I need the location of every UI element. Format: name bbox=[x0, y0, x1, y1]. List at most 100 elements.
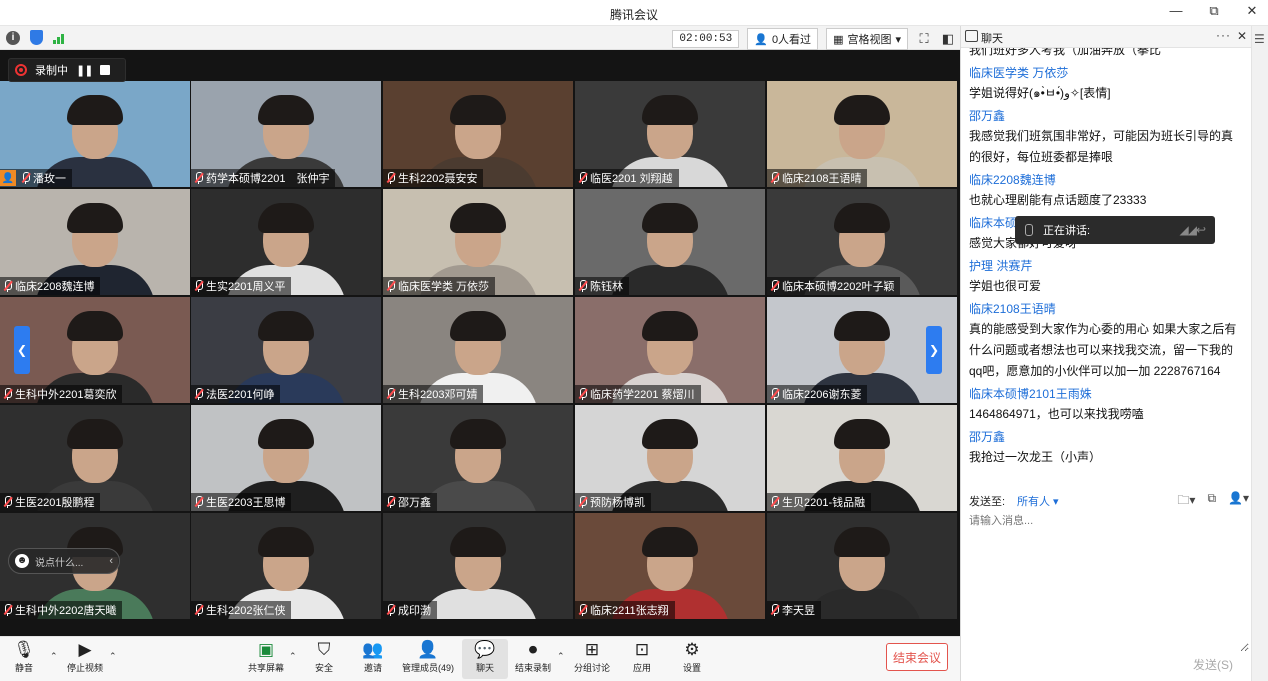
stop-recording-icon[interactable] bbox=[100, 65, 111, 75]
end-meeting-button[interactable]: 结束会议 bbox=[886, 643, 948, 671]
participant-tile[interactable]: 临床本硕博2202叶子颖 bbox=[767, 189, 957, 295]
participant-name: 生医2203王思博 bbox=[206, 497, 286, 509]
participant-tile[interactable]: 法医2201何峥 bbox=[191, 297, 381, 403]
apps-grid-icon: ⊡ bbox=[634, 640, 650, 659]
close-chat-icon[interactable]: ✕ bbox=[1237, 29, 1247, 43]
participant-name-tag: 临床2206谢东菱 bbox=[767, 385, 868, 403]
mute-button[interactable]: 🎙 静音 bbox=[0, 639, 54, 679]
more-options-icon[interactable]: ··· bbox=[1216, 28, 1231, 42]
participant-name: 生实2201周义平 bbox=[206, 281, 286, 293]
meeting-timer: 02:00:53 bbox=[672, 30, 740, 48]
settings-button[interactable]: ⚙ 设置 bbox=[662, 639, 722, 679]
participant-name: 邵万鑫 bbox=[398, 497, 431, 509]
participant-tile[interactable]: 邵万鑫 bbox=[383, 405, 573, 511]
chevron-left-icon[interactable]: ‹ bbox=[109, 555, 113, 567]
chat-sender-name[interactable]: 邵万鑫 bbox=[969, 427, 1243, 447]
view-mode-dropdown[interactable]: ▦ 宫格视图 ▾ bbox=[826, 28, 908, 50]
participant-tile[interactable]: 临床药学2201 蔡熠川 bbox=[575, 297, 765, 403]
invite-label: 邀请 bbox=[363, 663, 382, 673]
breakout-icon: ⊞ bbox=[584, 640, 600, 659]
participant-tile[interactable]: 临医2201 刘翔越 bbox=[575, 81, 765, 187]
list-menu-icon[interactable]: ☰ bbox=[1254, 32, 1265, 46]
smile-icon[interactable]: ☻ bbox=[15, 554, 29, 568]
participant-tile[interactable]: 临床医学类 万依莎 bbox=[383, 189, 573, 295]
participant-tile[interactable]: 生医2201殷鹏程 bbox=[0, 405, 190, 511]
share-screen-button[interactable]: ▣ 共享屏幕 bbox=[236, 639, 296, 679]
chat-sender-name[interactable]: 临床2108王语晴 bbox=[969, 299, 1243, 319]
participant-tile[interactable]: 药学本硕博2201 张仲宇 bbox=[191, 81, 381, 187]
chat-sender-name[interactable]: 临床本硕博2101王雨姝 bbox=[969, 384, 1243, 404]
chat-message-input[interactable] bbox=[969, 512, 1249, 652]
invite-button[interactable]: 👥 邀请 bbox=[343, 639, 403, 679]
participant-tile[interactable]: 李天昱 bbox=[767, 513, 957, 619]
network-signal-icon[interactable] bbox=[53, 32, 64, 44]
chat-button[interactable]: 💬 聊天 bbox=[462, 639, 508, 679]
participant-name: 临床2211张志翔 bbox=[590, 605, 669, 617]
video-options-caret-icon[interactable]: ⌃ bbox=[109, 651, 117, 662]
participant-name-tag: 生科2202聂安安 bbox=[383, 169, 484, 187]
participant-grid: 👤 潘玫一 药学本硕博2201 张仲宇 生科2202聂安安 临医2201 刘翔越 临床21… bbox=[0, 81, 960, 621]
restore-button[interactable]: ⧉ bbox=[1206, 3, 1222, 19]
participant-tile[interactable]: 成印渤 bbox=[383, 513, 573, 619]
user-options-icon[interactable]: 👤▾ bbox=[1228, 491, 1249, 512]
participant-name: 生科2202聂安安 bbox=[398, 173, 478, 185]
participant-tile[interactable]: 生医2203王思博 bbox=[191, 405, 381, 511]
say-something-placeholder[interactable]: 说点什么... bbox=[35, 554, 83, 569]
chat-message-text: 我抢过一次龙王（小声） bbox=[969, 450, 1102, 464]
participant-tile[interactable]: 生科2202聂安安 bbox=[383, 81, 573, 187]
security-shield-icon: ⛉ bbox=[317, 640, 331, 659]
end-recording-button[interactable]: ⏺ 结束录制 bbox=[503, 639, 563, 679]
participant-tile[interactable]: 生科2203邓可婧 bbox=[383, 297, 573, 403]
participant-name-tag: 生贝2201-钱品融 bbox=[767, 493, 872, 511]
viewers-button[interactable]: 👤 0人看过 bbox=[747, 28, 819, 50]
side-panel-icon[interactable]: ◧ bbox=[940, 31, 956, 47]
mic-muted-icon bbox=[386, 496, 396, 508]
next-page-arrow-icon[interactable]: ❯ bbox=[926, 326, 942, 374]
participant-tile[interactable]: 临床2211张志翔 bbox=[575, 513, 765, 619]
participant-tile[interactable]: 临床2208魏连博 bbox=[0, 189, 190, 295]
chat-sender-name[interactable]: 临床2208魏连博 bbox=[969, 170, 1243, 190]
chat-sender-name[interactable]: 护理 洪赛芹 bbox=[969, 256, 1243, 276]
minimize-button[interactable]: — bbox=[1168, 3, 1184, 19]
chat-label: 聊天 bbox=[475, 663, 494, 673]
file-folder-icon[interactable]: 🗀▾ bbox=[1177, 491, 1195, 512]
participant-name-tag: 👤 潘玫一 bbox=[0, 169, 72, 187]
participant-tile[interactable]: 陈钰林 bbox=[575, 189, 765, 295]
chat-message-list[interactable]: 我们班好多人考我（加油奔放（拳比 临床医学类 万依莎 学姐说得好(๑•̀ㅂ•́)و✧… bbox=[961, 48, 1251, 488]
record-icon bbox=[15, 64, 27, 76]
participant-name: 生贝2201-钱品融 bbox=[782, 497, 866, 509]
send-to-target-dropdown[interactable]: 所有人 ▾ bbox=[1017, 493, 1059, 509]
quick-reaction-box[interactable]: ☻ 说点什么... ‹ bbox=[8, 548, 120, 574]
send-button[interactable]: 发送(S) bbox=[1193, 656, 1233, 673]
stop-video-button[interactable]: ▶ 停止视频 bbox=[55, 639, 115, 679]
close-button[interactable]: ✕ bbox=[1244, 3, 1260, 19]
participant-tile[interactable]: 预防杨博凯 bbox=[575, 405, 765, 511]
participant-video-hair bbox=[258, 527, 314, 557]
participant-tile[interactable]: 👤 潘玫一 bbox=[0, 81, 190, 187]
participant-name: 陈钰林 bbox=[590, 281, 623, 293]
mic-muted-icon bbox=[770, 604, 780, 616]
chat-sender-name[interactable]: 邵万鑫 bbox=[969, 106, 1243, 126]
mic-muted-icon bbox=[578, 280, 588, 292]
participant-tile[interactable]: 临床2108王语晴 bbox=[767, 81, 957, 187]
mic-muted-icon bbox=[21, 172, 31, 184]
apps-label: 应用 bbox=[632, 663, 651, 673]
participant-name: 临床药学2201 蔡熠川 bbox=[590, 389, 695, 401]
fullscreen-icon[interactable]: ⛶ bbox=[916, 31, 932, 47]
screenshot-icon[interactable]: ⧉ bbox=[1207, 491, 1216, 512]
prev-page-arrow-icon[interactable]: ❮ bbox=[14, 326, 30, 374]
participant-name-tag: 李天昱 bbox=[767, 601, 821, 619]
shield-icon[interactable] bbox=[30, 30, 43, 45]
mic-muted-icon bbox=[194, 280, 204, 292]
info-icon[interactable]: i bbox=[6, 30, 20, 45]
participant-tile[interactable]: 生科2202张仁侠 bbox=[191, 513, 381, 619]
participant-tile[interactable]: 生贝2201-钱品融 bbox=[767, 405, 957, 511]
participant-tile[interactable]: 生实2201周义平 bbox=[191, 189, 381, 295]
pause-recording-icon[interactable]: ❚❚ bbox=[76, 64, 93, 77]
participant-name: 生医2201殷鹏程 bbox=[15, 497, 95, 509]
chat-message-text: 学姐说得好(๑•̀ㅂ•́)و✧[表情] bbox=[969, 86, 1111, 100]
mic-muted-icon bbox=[578, 172, 588, 184]
chat-sender-name[interactable]: 临床医学类 万依莎 bbox=[969, 63, 1243, 83]
participant-video-hair bbox=[67, 419, 123, 449]
manage-members-button[interactable]: 👤 管理成员(49) bbox=[398, 639, 458, 679]
